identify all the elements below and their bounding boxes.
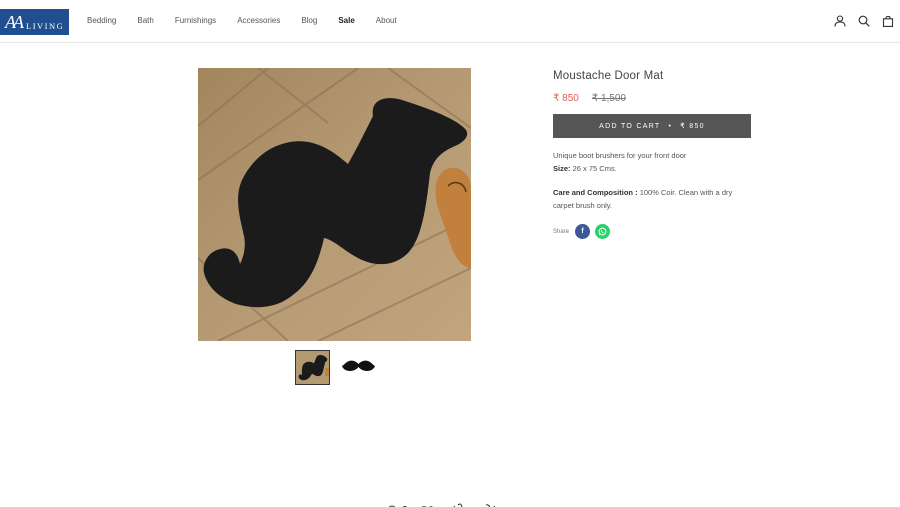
product-info: Moustache Door Mat ₹ 850 ₹ 1,500 ADD TO … [553, 70, 753, 239]
nav-item-blog[interactable]: Blog [301, 16, 317, 25]
search-icon[interactable] [858, 15, 870, 27]
add-to-cart-label: ADD TO CART [599, 122, 661, 130]
nav-item-bedding[interactable]: Bedding [87, 16, 116, 25]
price-block: ₹ 850 ₹ 1,500 [553, 93, 753, 104]
whatsapp-icon [598, 227, 607, 236]
description-text: Unique boot brushers for your front door [553, 151, 687, 160]
size-value: 26 x 75 Cms. [572, 163, 617, 173]
nav-item-bath[interactable]: Bath [137, 16, 153, 25]
product-description: Unique boot brushers for your front door… [553, 150, 753, 212]
brand-logo-text: LIVING [26, 21, 65, 31]
sale-price: ₹ 850 [553, 93, 579, 104]
thumbnail-strip [295, 350, 376, 385]
cart-bag-icon[interactable] [882, 15, 894, 27]
whatsapp-share-button[interactable] [595, 224, 611, 239]
site-header: AA LIVING Bedding Bath Furnishings Acces… [0, 0, 900, 43]
section-heading-script-partial [388, 503, 495, 507]
compare-at-price: ₹ 1,500 [591, 93, 626, 104]
mat-photo-thumbnail[interactable] [295, 350, 330, 385]
main-nav: Bedding Bath Furnishings Accessories Blo… [87, 16, 418, 25]
share-row: Share f [553, 224, 753, 239]
care-label: Care and Composition : [553, 188, 638, 197]
brand-logo[interactable]: AA LIVING [0, 9, 69, 35]
product-title: Moustache Door Mat [553, 70, 664, 82]
nav-item-sale[interactable]: Sale [338, 16, 354, 25]
nav-item-about[interactable]: About [376, 16, 397, 25]
header-actions [834, 15, 894, 27]
product-main-image[interactable] [198, 68, 471, 341]
size-line: Size: 26 x 75 Cms. [553, 163, 753, 176]
nav-item-furnishings[interactable]: Furnishings [175, 16, 216, 25]
size-label: Size: [553, 163, 571, 173]
nav-item-accessories[interactable]: Accessories [237, 16, 280, 25]
add-to-cart-button[interactable]: ADD TO CART • ₹ 850 [553, 114, 751, 138]
moustache-silhouette-thumbnail[interactable] [341, 350, 376, 385]
facebook-share-icon[interactable]: f [575, 224, 591, 239]
share-label: Share [553, 228, 570, 235]
care-line: Care and Composition : 100% Coir. Clean … [553, 187, 753, 212]
account-icon[interactable] [834, 15, 846, 27]
add-to-cart-separator: • [668, 122, 673, 130]
moustache-door-mat-photo [198, 68, 471, 341]
add-to-cart-price: ₹ 850 [680, 123, 705, 130]
brand-logo-mark: AA [5, 11, 24, 32]
